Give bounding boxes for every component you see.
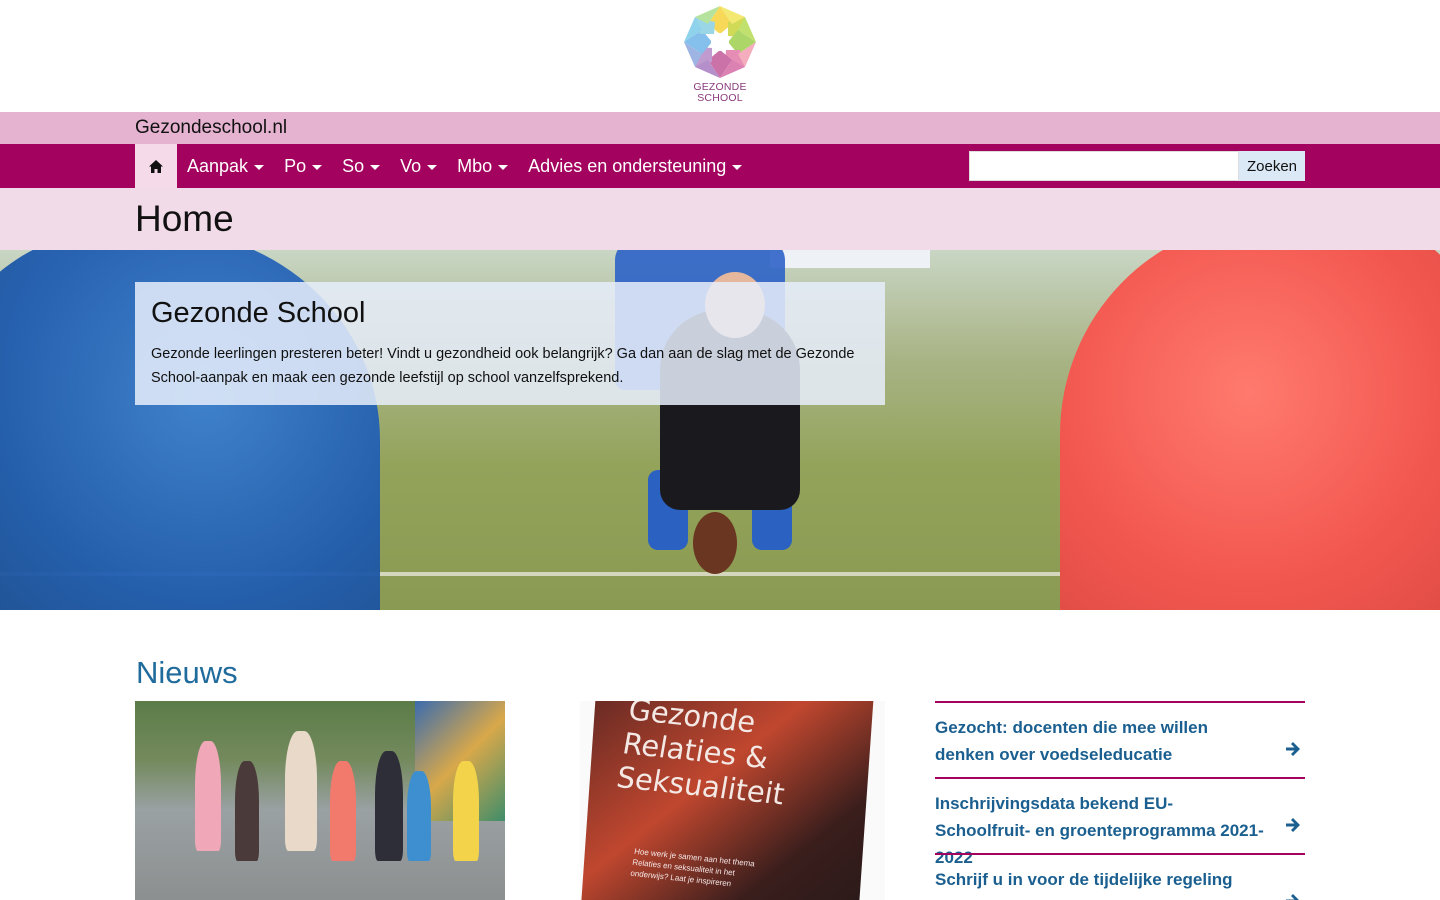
- arrow-right-icon: [1286, 742, 1300, 756]
- nav-item-mbo[interactable]: Mbo: [447, 144, 518, 188]
- news-image-child: [195, 741, 221, 851]
- caret-down-icon: [498, 164, 509, 170]
- news-image-child: [453, 761, 479, 861]
- caret-down-icon: [732, 164, 743, 170]
- logo-text: GEZONDE SCHOOL: [682, 82, 758, 104]
- news-list-item[interactable]: Inschrijvingsdata bekend EU-Schoolfruit-…: [935, 777, 1305, 867]
- news-image-child: [235, 761, 259, 861]
- nav-item-advies[interactable]: Advies en ondersteuning: [518, 144, 752, 188]
- hero-banner: Gezonde School Gezonde leerlingen preste…: [0, 250, 1440, 610]
- news-image-children-playing[interactable]: [135, 701, 505, 900]
- news-image-child: [407, 771, 431, 861]
- news-list-item[interactable]: Schrijf u in voor de tijdelijke regeling: [935, 853, 1305, 900]
- hero-card: Gezonde School Gezonde leerlingen preste…: [135, 282, 885, 405]
- nav-item-po[interactable]: Po: [274, 144, 332, 188]
- nav-item-label: Mbo: [457, 155, 493, 176]
- nav-item-label: Aanpak: [187, 155, 249, 176]
- hero-card-title: Gezonde School: [151, 297, 366, 329]
- brochure-cover: Gezonde Relaties & Seksualiteit Hoe werk…: [580, 701, 874, 900]
- search-button[interactable]: Zoeken: [1239, 151, 1305, 181]
- nav-item-so[interactable]: So: [332, 144, 390, 188]
- news-link[interactable]: Gezocht: docenten die mee willen denken …: [935, 714, 1265, 768]
- header: GEZONDE SCHOOL: [0, 0, 1440, 112]
- news-image-child: [285, 731, 317, 851]
- news-image-child: [375, 751, 403, 861]
- nav-item-label: Advies en ondersteuning: [528, 155, 727, 176]
- page-title-bar: Home: [0, 188, 1440, 250]
- nav-items: Aanpak Po So Vo Mbo Advies en ondersteun…: [177, 144, 752, 188]
- nav-item-label: Po: [284, 155, 307, 176]
- arrow-right-icon: [1286, 818, 1300, 832]
- search-input[interactable]: [969, 151, 1239, 181]
- brochure-subtitle: Hoe werk je samen aan het thema Relaties…: [629, 846, 756, 889]
- site-bar: Gezondeschool.nl: [0, 112, 1440, 144]
- caret-down-icon: [312, 164, 323, 170]
- nav-item-aanpak[interactable]: Aanpak: [177, 144, 274, 188]
- page-title: Home: [135, 198, 234, 239]
- arrow-right-icon: [1286, 894, 1299, 900]
- site-name[interactable]: Gezondeschool.nl: [135, 117, 287, 139]
- news-list: Gezocht: docenten die mee willen denken …: [935, 701, 1305, 900]
- flower-logo-icon: [684, 6, 756, 78]
- news-list-item[interactable]: Gezocht: docenten die mee willen denken …: [935, 701, 1305, 777]
- hero-background-sign: [770, 250, 930, 268]
- news-link[interactable]: Schrijf u in voor de tijdelijke regeling: [935, 866, 1265, 893]
- nav-item-label: So: [342, 155, 365, 176]
- caret-down-icon: [427, 164, 438, 170]
- nav-home-button[interactable]: [135, 144, 177, 188]
- news-image-brochure[interactable]: Gezonde Relaties & Seksualiteit Hoe werk…: [580, 701, 885, 900]
- main-nav: Aanpak Po So Vo Mbo Advies en ondersteun…: [0, 144, 1440, 188]
- caret-down-icon: [254, 164, 265, 170]
- caret-down-icon: [370, 164, 381, 170]
- news-image-child: [330, 761, 356, 861]
- nav-item-label: Vo: [400, 155, 422, 176]
- hero-figure-red: [1060, 250, 1440, 610]
- brochure-title: Gezonde Relaties & Seksualiteit: [614, 701, 788, 812]
- gezonde-school-logo[interactable]: GEZONDE SCHOOL: [682, 4, 758, 108]
- home-icon: [149, 159, 163, 173]
- news-heading: Nieuws: [136, 655, 238, 690]
- nav-item-vo[interactable]: Vo: [390, 144, 447, 188]
- hero-card-text: Gezonde leerlingen presteren beter! Vind…: [151, 346, 855, 386]
- hero-football: [693, 512, 737, 574]
- logo-text-line2: SCHOOL: [697, 92, 743, 104]
